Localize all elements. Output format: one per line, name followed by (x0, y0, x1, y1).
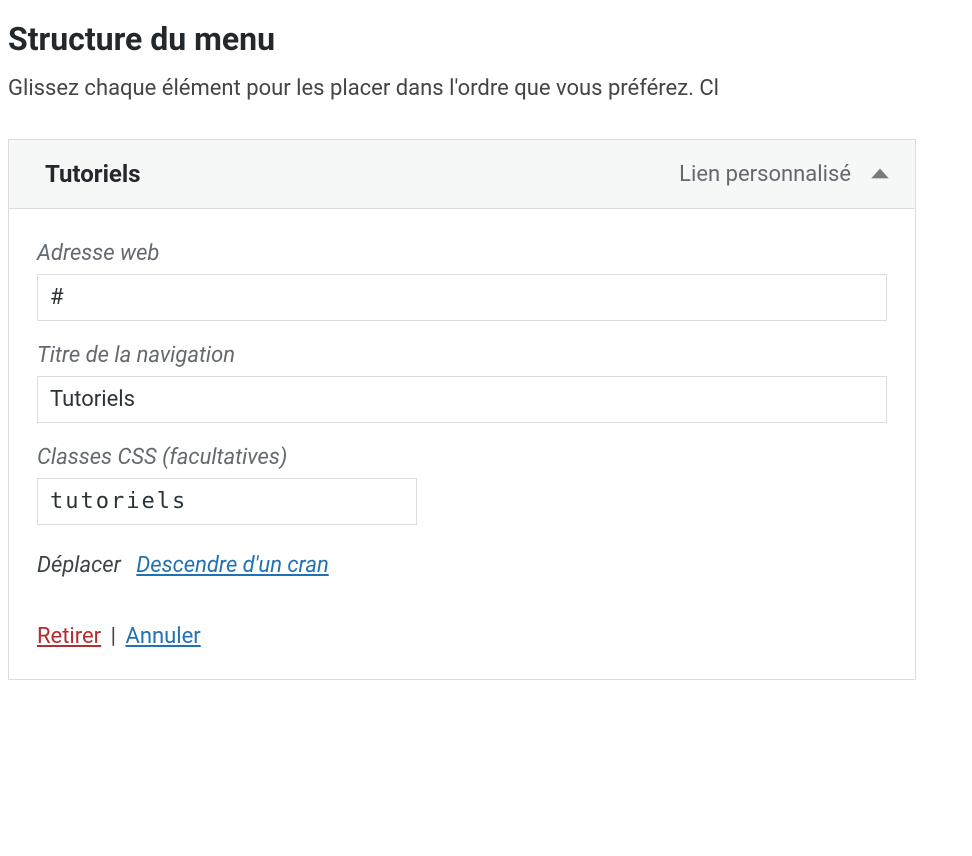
section-title: Structure du menu (8, 20, 964, 58)
chevron-up-icon[interactable] (869, 163, 891, 185)
menu-item-type-label: Lien personnalisé (679, 162, 851, 187)
nav-title-input[interactable] (37, 376, 887, 423)
action-separator: | (111, 624, 116, 649)
url-label: Adresse web (37, 241, 887, 266)
url-input[interactable] (37, 274, 887, 321)
menu-item-body: Adresse web Titre de la navigation Class… (9, 209, 915, 679)
remove-link[interactable]: Retirer (37, 624, 101, 649)
css-classes-label: Classes CSS (facultatives) (37, 445, 887, 470)
field-url: Adresse web (37, 241, 887, 321)
menu-item-type-group: Lien personnalisé (679, 162, 891, 187)
move-down-link[interactable]: Descendre d'un cran (136, 553, 328, 578)
move-label: Déplacer (37, 553, 121, 578)
menu-item-header[interactable]: Tutoriels Lien personnalisé (9, 140, 915, 209)
menu-item-title: Tutoriels (45, 160, 141, 188)
field-css-classes: Classes CSS (facultatives) (37, 445, 887, 525)
move-row: Déplacer Descendre d'un cran (37, 553, 887, 578)
bottom-actions: Retirer | Annuler (37, 624, 887, 649)
field-nav-title: Titre de la navigation (37, 343, 887, 423)
menu-item: Tutoriels Lien personnalisé Adresse web … (8, 139, 916, 680)
css-classes-input[interactable] (37, 478, 417, 525)
section-description: Glissez chaque élément pour les placer d… (8, 76, 964, 101)
nav-title-label: Titre de la navigation (37, 343, 887, 368)
cancel-link[interactable]: Annuler (125, 624, 200, 649)
